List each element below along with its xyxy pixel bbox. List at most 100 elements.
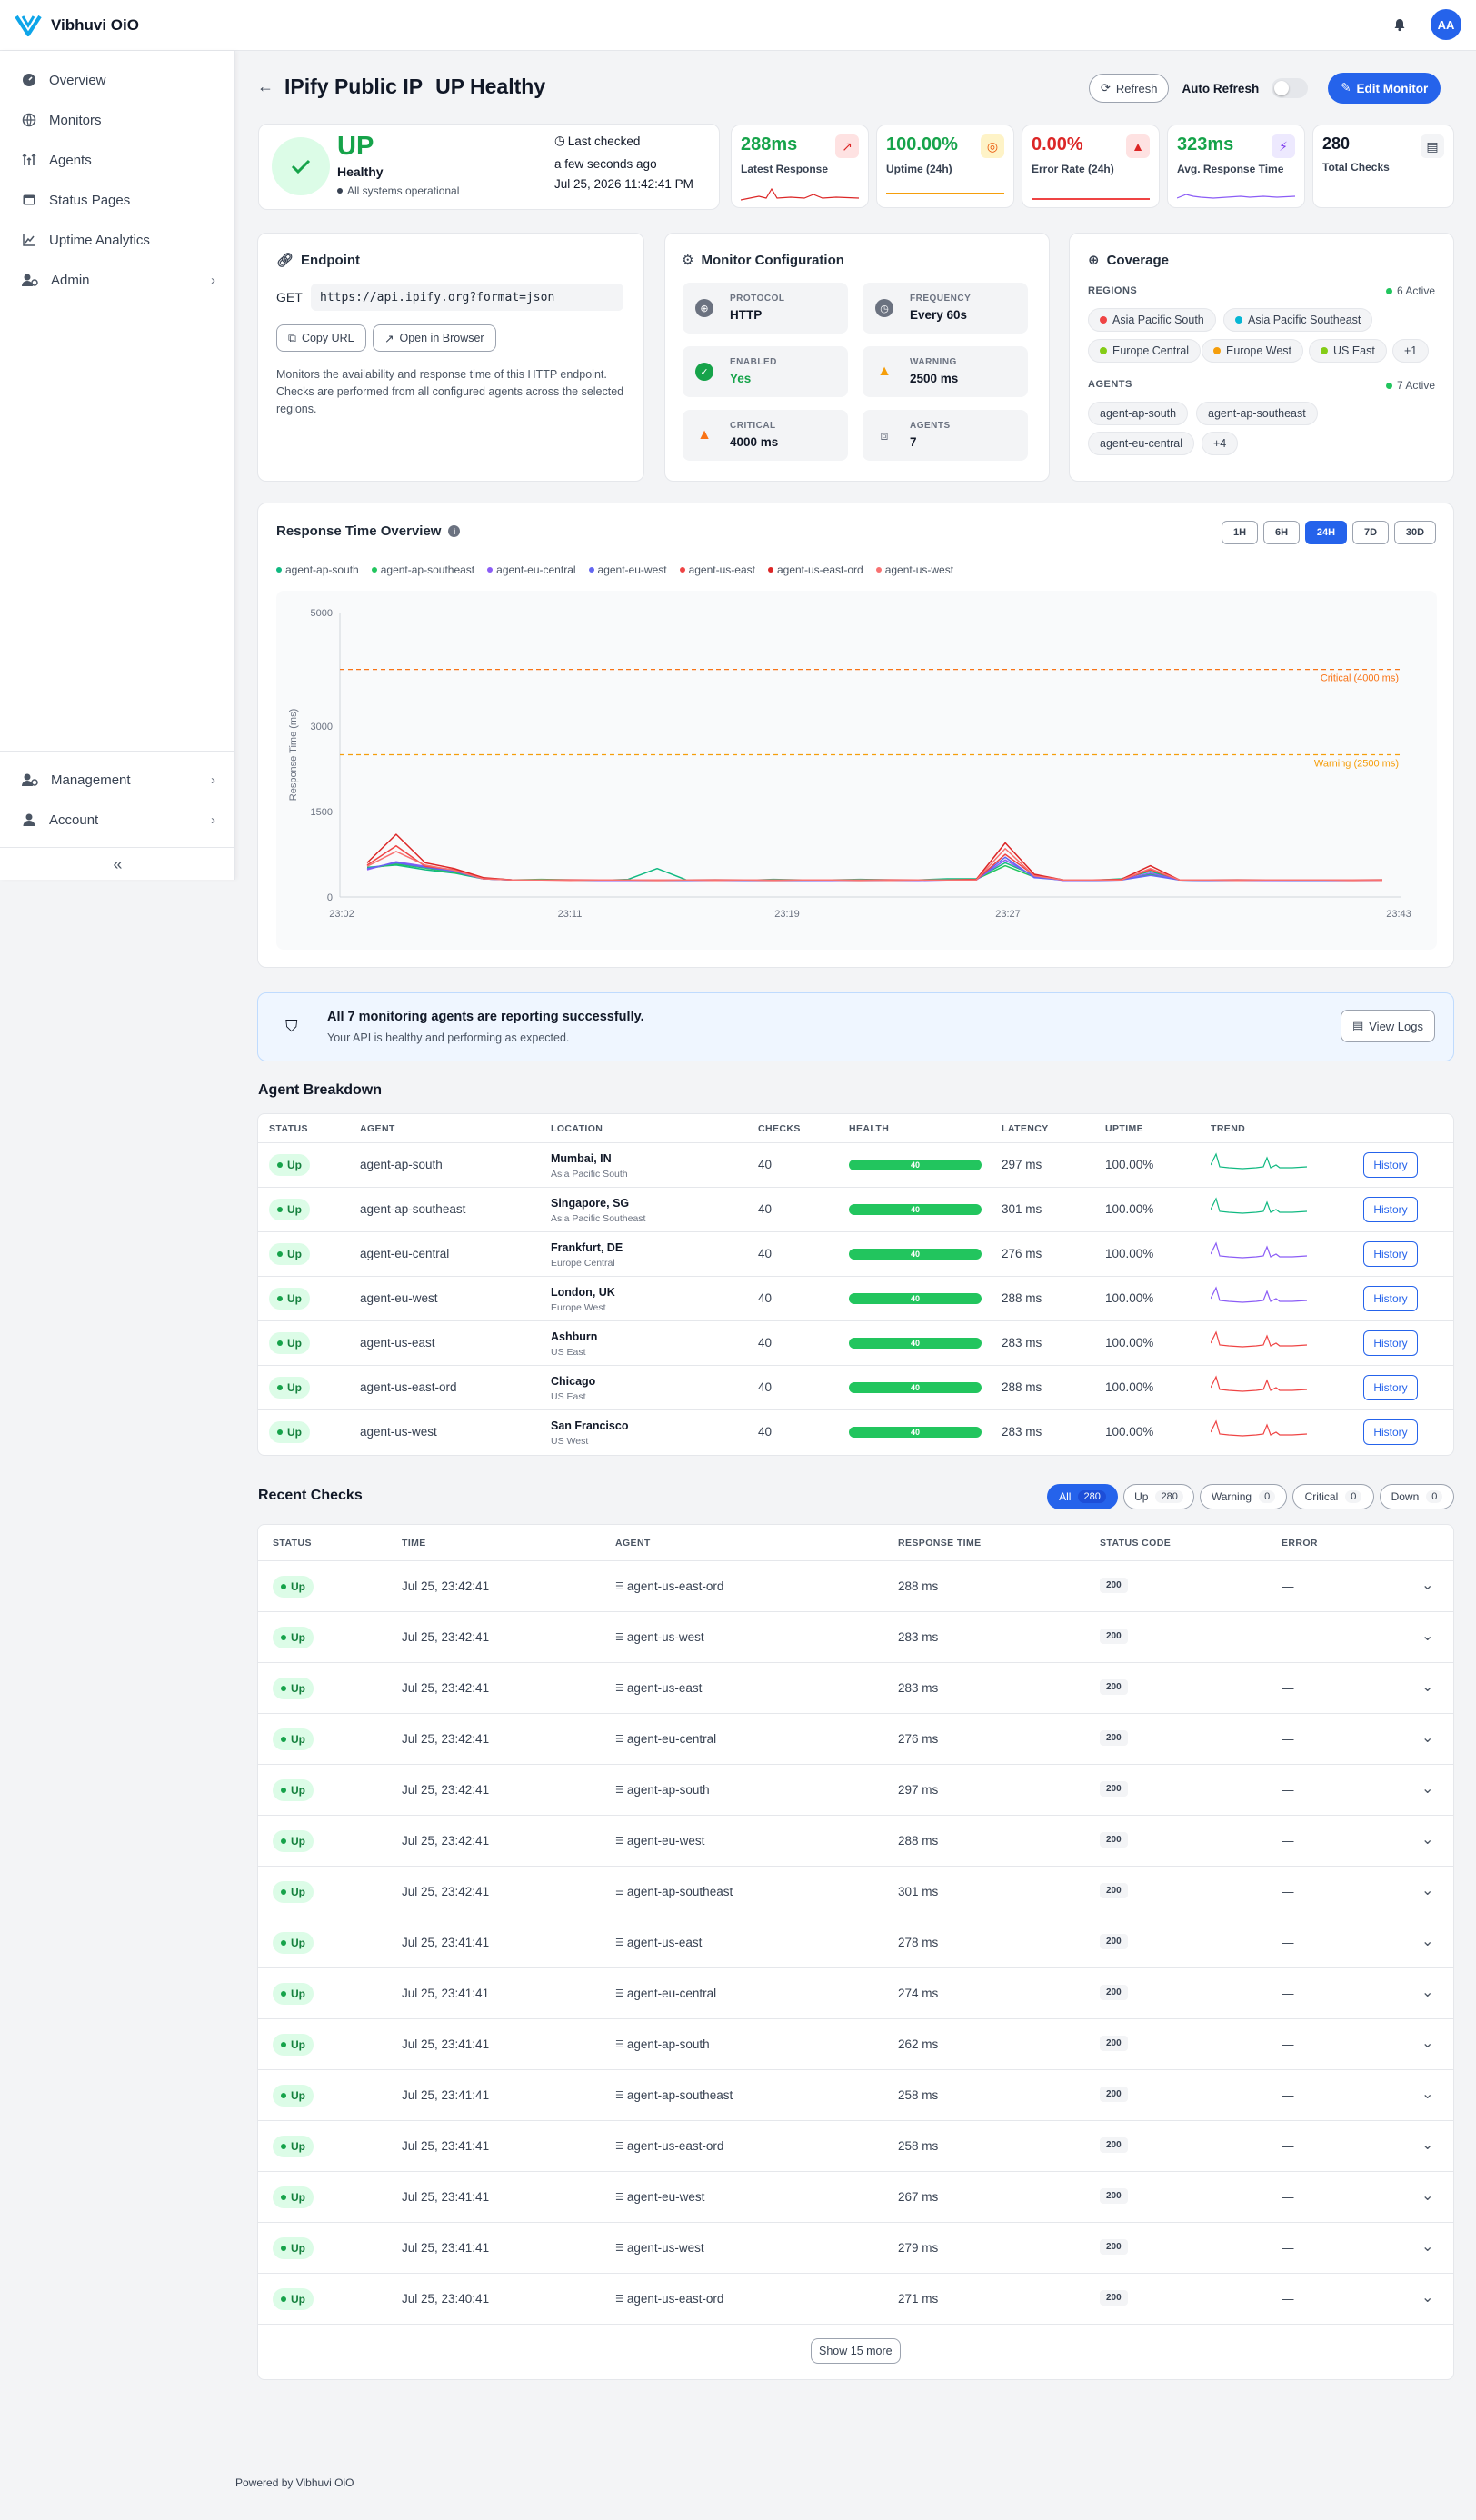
location-region: Asia Pacific South: [551, 1169, 628, 1180]
table-row[interactable]: Up Jul 25, 23:41:41 ☰ agent-eu-central 274 m…: [258, 1968, 1453, 2019]
chevron-down-icon[interactable]: ⌄: [1421, 1576, 1433, 1594]
response-time: 262 ms: [898, 2037, 939, 2051]
sidebar-item-admin[interactable]: Admin ›: [0, 262, 235, 298]
chevron-down-icon[interactable]: ⌄: [1421, 2288, 1433, 2306]
filter-all-chip[interactable]: All 280: [1047, 1484, 1118, 1509]
filter-up-chip[interactable]: Up 280: [1123, 1484, 1194, 1509]
chevron-down-icon[interactable]: ⌄: [1421, 2186, 1433, 2205]
legend-item[interactable]: agent-us-west: [875, 563, 953, 576]
sparkline: [741, 187, 859, 201]
chevron-down-icon[interactable]: ⌄: [1421, 2085, 1433, 2103]
sidebar-item-monitors[interactable]: Monitors: [0, 102, 235, 138]
chevron-down-icon[interactable]: ⌄: [1421, 2034, 1433, 2052]
open-browser-button[interactable]: ↗ Open in Browser: [373, 324, 496, 352]
endpoint-url[interactable]: https://api.ipify.org?format=json: [311, 284, 623, 311]
table-row[interactable]: Up Jul 25, 23:42:41 ☰ agent-us-east-ord 288 …: [258, 1561, 1453, 1612]
chevron-down-icon[interactable]: ⌄: [1421, 1830, 1433, 1848]
history-button[interactable]: History: [1363, 1286, 1418, 1311]
legend-item[interactable]: agent-eu-west: [588, 563, 667, 576]
error-value: —: [1282, 2241, 1294, 2255]
range-7d-button[interactable]: 7D: [1352, 521, 1389, 544]
auto-refresh-toggle[interactable]: [1272, 78, 1309, 98]
bell-icon[interactable]: [1392, 17, 1407, 32]
sidebar-item-status-pages[interactable]: Status Pages: [0, 182, 235, 218]
filter-critical-chip[interactable]: Critical 0: [1292, 1484, 1374, 1509]
chevron-down-icon[interactable]: ⌄: [1421, 1881, 1433, 1899]
chevron-down-icon[interactable]: ⌄: [1421, 2136, 1433, 2154]
back-arrow-icon[interactable]: ←: [257, 77, 274, 96]
chevron-down-icon[interactable]: ⌄: [1421, 1728, 1433, 1747]
table-row[interactable]: Up Jul 25, 23:42:41 ☰ agent-eu-west 288 ms 20…: [258, 1816, 1453, 1867]
region-chip: US East: [1309, 339, 1387, 363]
legend-item[interactable]: agent-ap-southeast: [371, 563, 474, 576]
table-row[interactable]: Up Jul 25, 23:42:41 ☰ agent-ap-southeast 301…: [258, 1867, 1453, 1917]
app-logo[interactable]: Vibhuvi OiO: [15, 14, 139, 37]
agents-more-chip[interactable]: +4: [1202, 432, 1239, 455]
history-button[interactable]: History: [1363, 1197, 1418, 1222]
regions-more-chip[interactable]: +1: [1392, 339, 1430, 363]
range-24h-button[interactable]: 24H: [1305, 521, 1347, 544]
table-row[interactable]: Up Jul 25, 23:41:41 ☰ agent-us-east 278 ms 20…: [258, 1917, 1453, 1968]
info-icon[interactable]: i: [448, 525, 461, 537]
collapse-sidebar-icon[interactable]: «: [0, 851, 235, 878]
table-row[interactable]: Up Jul 25, 23:42:41 ☰ agent-us-east 283 ms 20…: [258, 1663, 1453, 1714]
check-agent: ☰ agent-us-east-ord: [615, 1579, 723, 1593]
agent-chip: agent-ap-south: [1088, 402, 1189, 425]
clock-icon: ◷: [875, 299, 893, 317]
edit-monitor-button[interactable]: ✎ Edit Monitor: [1328, 73, 1441, 104]
table-row[interactable]: Up Jul 25, 23:42:41 ☰ agent-eu-central 276 m…: [258, 1714, 1453, 1765]
range-1h-button[interactable]: 1H: [1222, 521, 1258, 544]
table-row[interactable]: Up Jul 25, 23:42:41 ☰ agent-us-west 283 ms 20…: [258, 1612, 1453, 1663]
table-row[interactable]: Up Jul 25, 23:42:41 ☰ agent-ap-south 297 ms 2…: [258, 1765, 1453, 1816]
table-row[interactable]: Up Jul 25, 23:41:41 ☰ agent-us-east-ord 258 …: [258, 2121, 1453, 2172]
table-row[interactable]: Up Jul 25, 23:41:41 ☰ agent-us-west 279 ms 20…: [258, 2223, 1453, 2274]
error-value: —: [1282, 1885, 1294, 1898]
check-agent: ☰ agent-ap-southeast: [615, 2088, 733, 2102]
uptime-value: 100.00%: [1105, 1291, 1154, 1305]
chevron-down-icon[interactable]: ⌄: [1421, 1932, 1433, 1950]
location-region: Europe West: [551, 1302, 606, 1313]
sparkline: [1032, 198, 1150, 200]
user-avatar[interactable]: AA: [1431, 9, 1461, 40]
active-dot: [1385, 382, 1392, 389]
refresh-button[interactable]: ⟳ Refresh: [1089, 74, 1170, 103]
chevron-down-icon[interactable]: ⌄: [1421, 1779, 1433, 1798]
table-row[interactable]: Up Jul 25, 23:41:41 ☰ agent-ap-south 262 ms 2…: [258, 2019, 1453, 2070]
chevron-down-icon[interactable]: ⌄: [1421, 1627, 1433, 1645]
error-value: —: [1282, 2088, 1294, 2102]
sidebar-item-label: Overview: [49, 72, 106, 88]
history-button[interactable]: History: [1363, 1330, 1418, 1356]
history-button[interactable]: History: [1363, 1375, 1418, 1400]
range-6h-button[interactable]: 6H: [1263, 521, 1300, 544]
legend-item[interactable]: agent-eu-central: [487, 563, 576, 576]
chevron-down-icon[interactable]: ⌄: [1421, 1678, 1433, 1696]
response-time: 258 ms: [898, 2088, 939, 2102]
legend-item[interactable]: agent-ap-south: [276, 563, 359, 576]
status-badge: Up: [273, 2136, 314, 2157]
legend-item[interactable]: agent-us-east: [679, 563, 755, 576]
view-logs-button[interactable]: ▤ View Logs: [1340, 1010, 1435, 1042]
copy-url-button[interactable]: ⧉ Copy URL: [276, 324, 366, 352]
chevron-right-icon: ›: [211, 812, 215, 828]
filter-warning-chip[interactable]: Warning 0: [1200, 1484, 1287, 1509]
status-badge: Up: [273, 1678, 314, 1699]
sidebar-item-uptime-analytics[interactable]: Uptime Analytics: [0, 222, 235, 258]
chevron-down-icon[interactable]: ⌄: [1421, 2237, 1433, 2256]
range-30d-button[interactable]: 30D: [1394, 521, 1436, 544]
sidebar-item-agents[interactable]: Agents: [0, 142, 235, 178]
table-row[interactable]: Up Jul 25, 23:41:41 ☰ agent-eu-west 267 ms 20…: [258, 2172, 1453, 2223]
legend-item[interactable]: agent-us-east-ord: [767, 563, 863, 576]
table-row[interactable]: Up Jul 25, 23:40:41 ☰ agent-us-east-ord 271 …: [258, 2274, 1453, 2325]
endpoint-description: Monitors the availability and response t…: [276, 368, 624, 415]
sidebar-item-overview[interactable]: Overview: [0, 62, 235, 98]
filter-down-chip[interactable]: Down 0: [1380, 1484, 1454, 1509]
sidebar-item-account[interactable]: Account ›: [0, 802, 235, 838]
uptime-value: 100.00%: [1105, 1380, 1154, 1394]
history-button[interactable]: History: [1363, 1241, 1418, 1267]
table-row[interactable]: Up Jul 25, 23:41:41 ☰ agent-ap-southeast 258…: [258, 2070, 1453, 2121]
chevron-down-icon[interactable]: ⌄: [1421, 1983, 1433, 2001]
show-more-button[interactable]: Show 15 more: [811, 2338, 901, 2364]
history-button[interactable]: History: [1363, 1419, 1418, 1445]
history-button[interactable]: History: [1363, 1152, 1418, 1178]
sidebar-item-management[interactable]: Management ›: [0, 762, 235, 798]
